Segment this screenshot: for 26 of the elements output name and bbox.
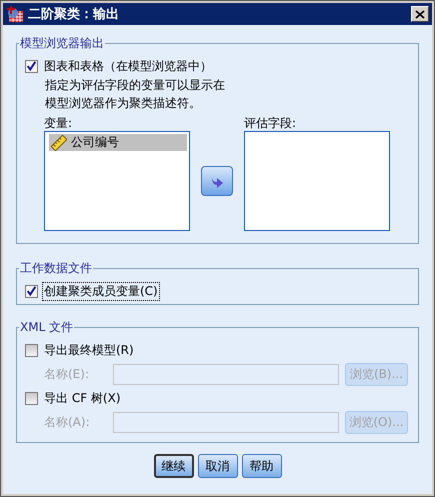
group-title: XML 文件 <box>19 319 74 336</box>
list-label: 评估字段: <box>244 116 298 131</box>
group-title: 模型浏览器输出 <box>19 35 105 52</box>
checkbox[interactable] <box>25 284 38 298</box>
window-title: 二阶聚类：输出 <box>28 6 120 23</box>
app-icon <box>6 5 24 23</box>
close-icon <box>415 10 425 18</box>
list-label: 变量: <box>44 116 74 131</box>
field-label: 名称(A): <box>44 414 91 430</box>
dialog-button[interactable]: 继续 <box>154 454 194 478</box>
dialog-button[interactable]: 取消 <box>198 454 238 478</box>
close-button[interactable] <box>411 6 429 22</box>
ruler-icon <box>51 134 67 150</box>
dialog-button[interactable]: 帮助 <box>242 454 282 478</box>
list-item[interactable]: 公司编号 <box>49 134 187 151</box>
checkbox-label[interactable]: 创建聚类成员变量(C) <box>42 282 160 300</box>
group-title: 工作数据文件 <box>19 260 93 277</box>
checkbox-label[interactable]: 图表和表格（在模型浏览器中） <box>42 56 214 76</box>
check-icon <box>26 60 37 72</box>
check-icon <box>26 284 37 298</box>
description-text: 指定为评估字段的变量可以显示在模型浏览器作为聚类描述符。 <box>45 77 225 112</box>
field-label: 名称(E): <box>44 366 90 382</box>
variable-list[interactable]: 公司编号 <box>44 131 190 231</box>
checkbox[interactable] <box>25 60 38 72</box>
evaluation-fields-list[interactable] <box>244 131 390 231</box>
move-button[interactable] <box>201 166 233 196</box>
